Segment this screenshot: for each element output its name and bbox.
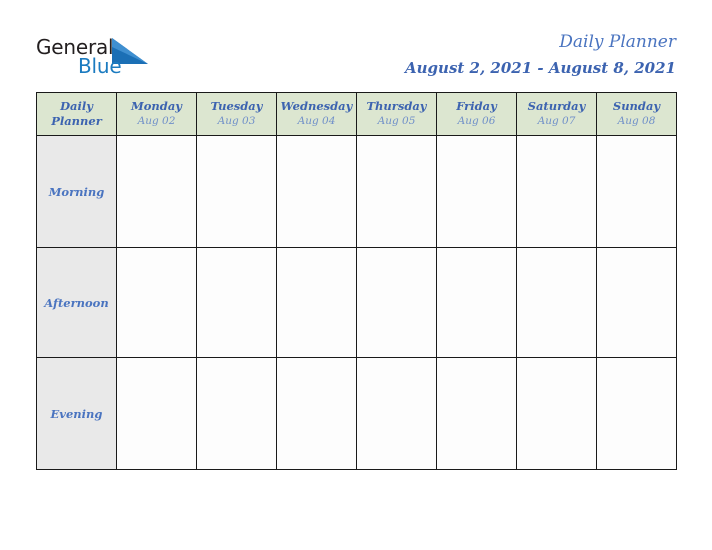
slot-morning-thursday[interactable] bbox=[356, 135, 437, 248]
page-title: Daily Planner bbox=[559, 32, 676, 52]
row-label-afternoon: Afternoon bbox=[36, 247, 117, 358]
slot-evening-saturday[interactable] bbox=[516, 357, 597, 470]
slot-morning-wednesday[interactable] bbox=[276, 135, 357, 248]
day-name: Thursday bbox=[366, 99, 427, 113]
corner-label-line1: Daily bbox=[60, 99, 93, 113]
slot-evening-sunday[interactable] bbox=[596, 357, 677, 470]
day-name: Sunday bbox=[612, 99, 661, 113]
slot-morning-saturday[interactable] bbox=[516, 135, 597, 248]
slot-evening-friday[interactable] bbox=[436, 357, 517, 470]
slot-afternoon-thursday[interactable] bbox=[356, 247, 437, 358]
day-name: Saturday bbox=[527, 99, 586, 113]
day-date: Aug 06 bbox=[457, 115, 496, 127]
daily-planner-table: Daily Planner Monday Aug 02 Tuesday Aug … bbox=[36, 92, 677, 470]
slot-evening-thursday[interactable] bbox=[356, 357, 437, 470]
slot-afternoon-tuesday[interactable] bbox=[196, 247, 277, 358]
table-row-afternoon: Afternoon bbox=[36, 247, 677, 358]
row-label-morning: Morning bbox=[36, 135, 117, 248]
slot-morning-friday[interactable] bbox=[436, 135, 517, 248]
row-label-text: Evening bbox=[50, 406, 103, 421]
page-header: General Blue Daily Planner August 2, 202… bbox=[0, 0, 712, 92]
day-name: Friday bbox=[456, 99, 497, 113]
table-header-row: Daily Planner Monday Aug 02 Tuesday Aug … bbox=[36, 92, 677, 136]
title-block: Daily Planner August 2, 2021 - August 8,… bbox=[405, 30, 676, 80]
corner-label-line2: Planner bbox=[51, 114, 102, 128]
column-header-sunday: Sunday Aug 08 bbox=[596, 92, 677, 136]
column-header-thursday: Thursday Aug 05 bbox=[356, 92, 437, 136]
table-row-morning: Morning bbox=[36, 135, 677, 248]
slot-morning-sunday[interactable] bbox=[596, 135, 677, 248]
slot-afternoon-wednesday[interactable] bbox=[276, 247, 357, 358]
slot-morning-monday[interactable] bbox=[116, 135, 197, 248]
day-name: Monday bbox=[131, 99, 182, 113]
slot-afternoon-friday[interactable] bbox=[436, 247, 517, 358]
column-header-tuesday: Tuesday Aug 03 bbox=[196, 92, 277, 136]
slot-afternoon-saturday[interactable] bbox=[516, 247, 597, 358]
day-date: Aug 03 bbox=[217, 115, 256, 127]
day-date: Aug 07 bbox=[537, 115, 576, 127]
slot-afternoon-sunday[interactable] bbox=[596, 247, 677, 358]
logo-word-blue: Blue bbox=[78, 54, 122, 78]
general-blue-logo: General Blue bbox=[36, 36, 216, 84]
date-range: August 2, 2021 - August 8, 2021 bbox=[405, 59, 676, 77]
day-date: Aug 02 bbox=[137, 115, 176, 127]
slot-afternoon-monday[interactable] bbox=[116, 247, 197, 358]
slot-evening-monday[interactable] bbox=[116, 357, 197, 470]
header-corner-cell: Daily Planner bbox=[36, 92, 117, 136]
column-header-monday: Monday Aug 02 bbox=[116, 92, 197, 136]
table-row-evening: Evening bbox=[36, 357, 677, 470]
column-header-wednesday: Wednesday Aug 04 bbox=[276, 92, 357, 136]
column-header-saturday: Saturday Aug 07 bbox=[516, 92, 597, 136]
row-label-text: Afternoon bbox=[44, 295, 109, 310]
column-header-friday: Friday Aug 06 bbox=[436, 92, 517, 136]
day-date: Aug 08 bbox=[617, 115, 656, 127]
day-name: Tuesday bbox=[210, 99, 263, 113]
slot-morning-tuesday[interactable] bbox=[196, 135, 277, 248]
slot-evening-wednesday[interactable] bbox=[276, 357, 357, 470]
row-label-evening: Evening bbox=[36, 357, 117, 470]
slot-evening-tuesday[interactable] bbox=[196, 357, 277, 470]
row-label-text: Morning bbox=[48, 184, 105, 199]
day-name: Wednesday bbox=[280, 99, 353, 113]
day-date: Aug 05 bbox=[377, 115, 416, 127]
day-date: Aug 04 bbox=[297, 115, 336, 127]
